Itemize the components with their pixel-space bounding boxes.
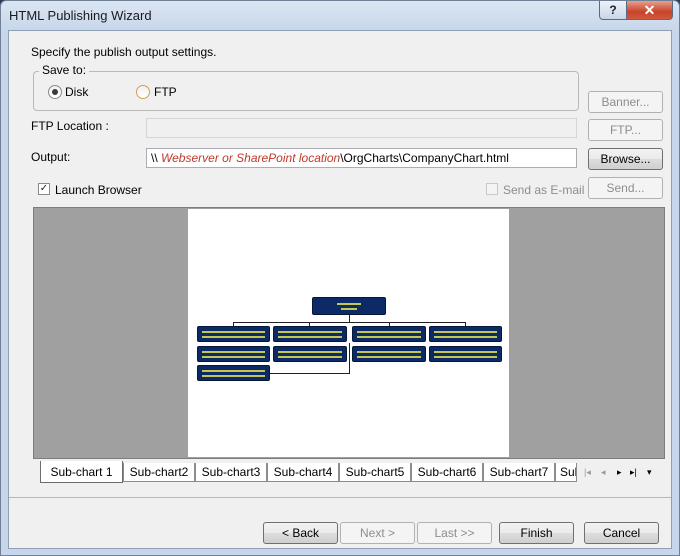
connector-line bbox=[349, 343, 350, 373]
footer-separator bbox=[9, 497, 671, 498]
tab-sub-chart-3[interactable]: Sub-chart3 bbox=[195, 463, 267, 482]
instruction-text: Specify the publish output settings. bbox=[31, 45, 217, 59]
tab-sub-chart-5[interactable]: Sub-chart5 bbox=[339, 463, 411, 482]
send-button[interactable]: Send... bbox=[588, 177, 663, 199]
chart-preview-pane bbox=[33, 207, 665, 459]
next-button[interactable]: Next > bbox=[340, 522, 415, 544]
first-tab-icon[interactable]: |◂ bbox=[584, 467, 591, 478]
finish-button[interactable]: Finish bbox=[499, 522, 574, 544]
cancel-button[interactable]: Cancel bbox=[584, 522, 659, 544]
org-node bbox=[273, 326, 347, 342]
org-node-root bbox=[312, 297, 386, 315]
org-node bbox=[197, 326, 270, 342]
disk-radio[interactable] bbox=[48, 85, 62, 99]
wizard-window: HTML Publishing Wizard ? ✕ Specify the p… bbox=[0, 0, 680, 556]
org-node bbox=[352, 326, 426, 342]
ftp-location-label: FTP Location : bbox=[31, 119, 109, 133]
last-tab-icon[interactable]: ▸| bbox=[630, 467, 637, 478]
tab-sub-chart-6[interactable]: Sub-chart6 bbox=[411, 463, 483, 482]
org-node bbox=[352, 346, 426, 362]
last-button[interactable]: Last >> bbox=[417, 522, 492, 544]
close-icon: ✕ bbox=[643, 1, 656, 18]
disk-radio-label[interactable]: Disk bbox=[65, 85, 88, 99]
org-node bbox=[273, 346, 347, 362]
save-to-group bbox=[33, 71, 579, 111]
tab-sub-chart-1[interactable]: Sub-chart 1 bbox=[40, 461, 123, 483]
dialog-client-area: Specify the publish output settings. Sav… bbox=[8, 30, 672, 549]
tab-sub-chart-8[interactable]: Sub bbox=[555, 463, 577, 482]
output-path-prefix: \\ bbox=[151, 151, 162, 165]
output-path-placeholder: Webserver or SharePoint location bbox=[161, 151, 341, 165]
back-button[interactable]: < Back bbox=[263, 522, 338, 544]
output-path-suffix: \OrgCharts\CompanyChart.html bbox=[340, 151, 509, 165]
tab-sub-chart-7[interactable]: Sub-chart7 bbox=[483, 463, 555, 482]
preview-page bbox=[188, 209, 509, 457]
title-bar: HTML Publishing Wizard ? ✕ bbox=[1, 1, 679, 29]
tab-sub-chart-4[interactable]: Sub-chart4 bbox=[267, 463, 339, 482]
ftp-radio-label[interactable]: FTP bbox=[154, 85, 177, 99]
connector-line bbox=[233, 322, 465, 323]
banner-button[interactable]: Banner... bbox=[588, 91, 663, 113]
launch-browser-label[interactable]: Launch Browser bbox=[55, 183, 142, 197]
org-node bbox=[197, 365, 270, 381]
browse-button[interactable]: Browse... bbox=[588, 148, 663, 170]
window-title: HTML Publishing Wizard bbox=[9, 8, 152, 23]
org-node bbox=[429, 326, 502, 342]
close-button[interactable]: ✕ bbox=[626, 1, 673, 20]
previous-tab-icon[interactable]: ◂ bbox=[601, 467, 606, 478]
send-as-email-label[interactable]: Send as E-mail bbox=[503, 183, 584, 197]
ftp-location-field[interactable] bbox=[146, 118, 577, 138]
help-button[interactable]: ? bbox=[599, 1, 627, 20]
output-path-field[interactable]: \\ Webserver or SharePoint location\OrgC… bbox=[146, 148, 577, 168]
org-node bbox=[197, 346, 270, 362]
help-icon: ? bbox=[609, 3, 617, 17]
launch-browser-checkbox[interactable]: ✓ bbox=[38, 183, 50, 195]
ftp-button[interactable]: FTP... bbox=[588, 119, 663, 141]
tab-list-menu-icon[interactable]: ▾ bbox=[647, 467, 652, 478]
next-tab-icon[interactable]: ▸ bbox=[617, 467, 622, 478]
ftp-radio[interactable] bbox=[136, 85, 150, 99]
output-label: Output: bbox=[31, 150, 71, 164]
tab-sub-chart-2[interactable]: Sub-chart2 bbox=[123, 463, 195, 482]
sub-chart-tab-strip: Sub-chart 1 Sub-chart2 Sub-chart3 Sub-ch… bbox=[33, 461, 663, 487]
send-as-email-checkbox[interactable] bbox=[486, 183, 498, 195]
org-node bbox=[429, 346, 502, 362]
save-to-label: Save to: bbox=[39, 63, 90, 77]
